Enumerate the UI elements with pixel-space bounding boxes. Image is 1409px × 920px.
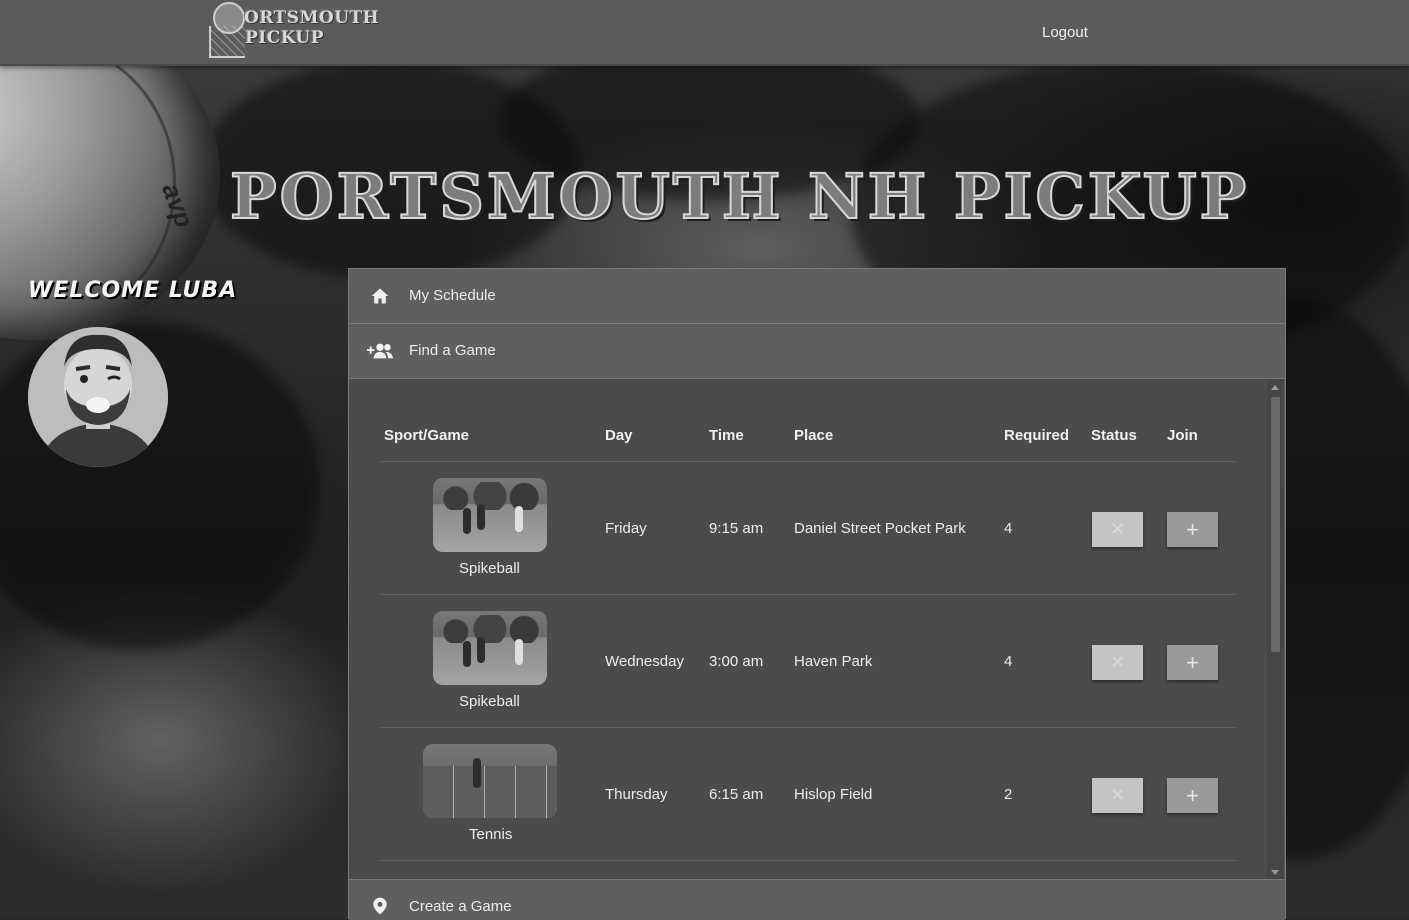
header-join: Join [1167, 427, 1198, 444]
page-title: PORTSMOUTH NH PICKUP [229, 159, 1250, 234]
header-day: Day [605, 427, 633, 444]
logo-net-icon [209, 26, 245, 58]
sport-name: Spikeball [459, 693, 520, 710]
accordion-my-schedule[interactable]: My Schedule [349, 269, 1285, 324]
cell-required: 2 [1004, 786, 1013, 803]
site-logo[interactable]: ORTSMOUTH PICKUP [207, 0, 379, 60]
table-scrollbar[interactable] [1267, 379, 1284, 879]
sport-name: Tennis [469, 826, 513, 843]
accordion-label: My Schedule [409, 287, 496, 304]
scroll-up-icon[interactable] [1271, 385, 1279, 390]
table-row: Spikeball Wednesday 3:00 am Haven Park 4… [349, 595, 1267, 728]
main-panel: My Schedule Find a Game Sport/Game Day T… [348, 268, 1286, 920]
avatar-illustration [28, 327, 168, 467]
header-required: Required [1004, 427, 1070, 444]
scrollbar-thumb[interactable] [1271, 397, 1280, 652]
cell-day: Friday [605, 520, 647, 537]
location-pin-icon [373, 897, 387, 915]
table-row: Spikeball Friday 9:15 am Daniel Street P… [349, 462, 1267, 595]
accordion-find-game[interactable]: Find a Game [349, 324, 1285, 379]
spikeball-thumbnail [433, 478, 547, 552]
cell-place: Hislop Field [794, 786, 873, 803]
header-status: Status [1091, 427, 1137, 444]
cell-day: Thursday [605, 786, 668, 803]
cell-time: 6:15 am [709, 786, 764, 803]
status-button[interactable]: ✕ [1092, 512, 1143, 547]
cell-time: 3:00 am [709, 653, 764, 670]
accordion-label: Find a Game [409, 342, 496, 359]
cell-place: Haven Park [794, 653, 873, 670]
sport-name: Spikeball [459, 560, 520, 577]
avatar[interactable] [28, 327, 168, 467]
logout-link[interactable]: Logout [1042, 24, 1088, 41]
cell-day: Wednesday [605, 653, 684, 670]
ball-brand-text: avp [156, 179, 200, 232]
home-icon [371, 288, 389, 304]
top-navbar: ORTSMOUTH PICKUP Logout [0, 0, 1409, 66]
logo-line1: ORTSMOUTH [244, 8, 380, 28]
scroll-down-icon[interactable] [1271, 870, 1279, 875]
welcome-text: WELCOME LUBA [28, 278, 238, 303]
join-button[interactable]: + [1167, 645, 1218, 680]
header-time: Time [709, 427, 744, 444]
x-icon: ✕ [1109, 519, 1126, 539]
accordion-label: Create a Game [409, 898, 512, 915]
x-icon: ✕ [1109, 652, 1126, 672]
join-button[interactable]: + [1167, 512, 1218, 547]
accordion-create-game[interactable]: Create a Game [349, 879, 1285, 920]
logo-line2: PICKUP [245, 28, 325, 48]
status-button[interactable]: ✕ [1092, 778, 1143, 813]
status-button[interactable]: ✕ [1092, 645, 1143, 680]
header-place: Place [794, 427, 834, 444]
group-add-icon [367, 343, 393, 359]
cell-place: Daniel Street Pocket Park [794, 520, 966, 537]
spikeball-thumbnail [433, 611, 547, 685]
tennis-thumbnail [423, 744, 557, 818]
cell-required: 4 [1004, 520, 1013, 537]
x-icon: ✕ [1109, 785, 1126, 805]
join-button[interactable]: + [1167, 778, 1218, 813]
divider [379, 860, 1237, 861]
cell-required: 4 [1004, 653, 1013, 670]
games-table: Sport/Game Day Time Place Required Statu… [349, 379, 1267, 879]
cell-time: 9:15 am [709, 520, 764, 537]
header-sport: Sport/Game [384, 427, 470, 444]
table-row: Tennis Thursday 6:15 am Hislop Field 2 ✕… [349, 728, 1267, 861]
